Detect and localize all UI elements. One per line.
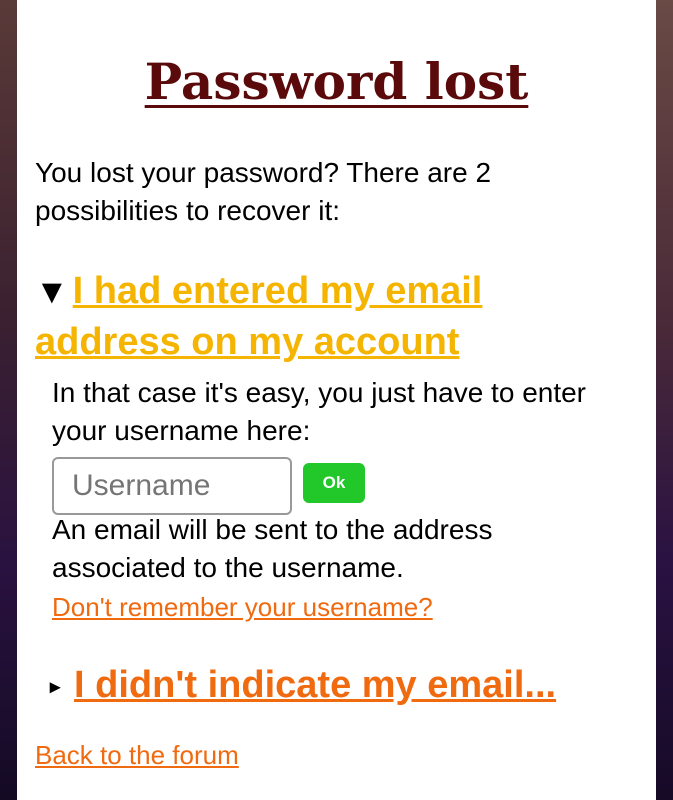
section-email-instructions: In that case it's easy, you just have to… (52, 377, 587, 446)
section-no-email-heading[interactable]: ▸ I didn't indicate my email... (50, 660, 650, 712)
ok-button[interactable]: Ok (303, 463, 365, 503)
section-email-link[interactable]: I had entered my email address on my acc… (35, 270, 482, 363)
collapsed-arrow-icon[interactable]: ▸ (50, 676, 60, 698)
back-to-forum-link[interactable]: Back to the forum (35, 738, 239, 772)
expanded-arrow-icon[interactable]: ▼ (35, 273, 69, 311)
section-no-email-link[interactable]: I didn't indicate my email... (74, 664, 556, 706)
email-note: An email will be sent to the address ass… (52, 514, 493, 583)
forgot-username-link[interactable]: Don't remember your username? (52, 590, 433, 624)
background-right (656, 0, 673, 800)
content-panel: Password lost You lost your password? Th… (17, 0, 656, 800)
page-title: Password lost (144, 52, 529, 111)
section-email-heading[interactable]: ▼ I had entered my email address on my ac… (35, 266, 635, 367)
intro-text: You lost your password? There are 2 poss… (35, 157, 492, 226)
username-input[interactable] (52, 457, 292, 515)
background-left (0, 0, 17, 800)
